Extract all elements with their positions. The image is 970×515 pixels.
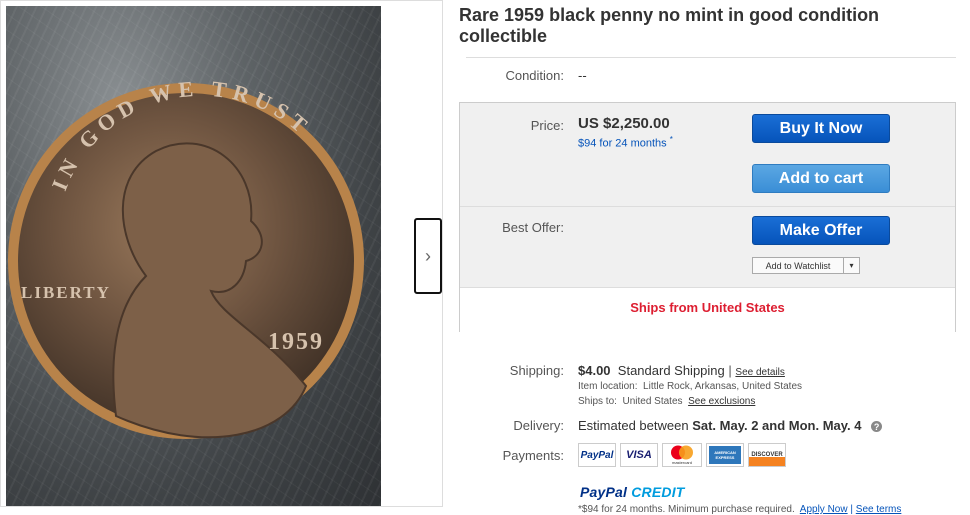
paypal-credit-note: *$94 for 24 months. Minimum purchase req… — [578, 504, 901, 515]
watchlist-dropdown-icon[interactable]: ▾ — [843, 258, 859, 273]
listing-title: Rare 1959 black penny no mint in good co… — [459, 5, 880, 46]
monthly-payment-mark: * — [669, 135, 673, 144]
paypal-credit-logo: PayPal CREDIT — [580, 484, 685, 500]
ships-to-value: United States — [622, 396, 683, 407]
ships-to-label: Ships to: — [578, 396, 617, 407]
buy-it-now-button[interactable]: Buy It Now — [752, 114, 890, 143]
monthly-payment-text[interactable]: $94 for 24 months — [578, 138, 667, 150]
title-divider — [466, 57, 956, 58]
coin-photo[interactable]: IN GOD WE TRUST LIBERTY 1959 — [6, 6, 381, 506]
box-divider — [460, 206, 955, 207]
coin-liberty: LIBERTY — [21, 283, 111, 302]
best-offer-label: Best Offer: — [502, 220, 564, 235]
monthly-payment[interactable]: $94 for 24 months * — [578, 135, 673, 150]
coin-year: 1959 — [268, 329, 324, 355]
see-details-link[interactable]: See details — [735, 367, 784, 378]
info-icon[interactable]: ? — [871, 421, 883, 433]
condition-value: -- — [578, 68, 587, 83]
mastercard-logo: mastercard — [662, 443, 702, 467]
delivery-dates: Sat. May. 2 and Mon. May. 4 — [692, 418, 862, 433]
payments-label: Payments: — [502, 448, 564, 463]
item-location: Item location: Little Rock, Arkansas, Un… — [578, 381, 802, 392]
add-to-cart-button[interactable]: Add to cart — [752, 164, 890, 193]
mastercard-circles-icon — [671, 445, 693, 460]
discover-logo: DISCOVER — [748, 443, 786, 467]
condition-label: Condition: — [505, 68, 564, 83]
coin-illustration: IN GOD WE TRUST LIBERTY 1959 — [8, 76, 364, 439]
visa-logo: VISA — [620, 443, 658, 467]
delivery-label: Delivery: — [513, 418, 564, 433]
ships-to: Ships to: United States See exclusions — [578, 396, 755, 407]
item-location-value: Little Rock, Arkansas, United States — [643, 381, 803, 392]
paypal-credit-note-text: *$94 for 24 months. Minimum purchase req… — [578, 504, 795, 515]
shipping-separator: | — [728, 363, 732, 378]
chevron-right-icon: › — [425, 245, 431, 266]
delivery-estimate: Estimated between Sat. May. 2 and Mon. M… — [578, 418, 883, 433]
image-gallery: IN GOD WE TRUST LIBERTY 1959 › — [0, 0, 443, 507]
price-value: US $2,250.00 — [578, 115, 670, 132]
shipping-summary: $4.00 Standard Shipping | See details — [578, 363, 785, 378]
shipping-label: Shipping: — [509, 363, 564, 378]
next-image-button[interactable]: › — [414, 218, 442, 294]
watchlist-label[interactable]: Add to Watchlist — [753, 261, 843, 271]
make-offer-button[interactable]: Make Offer — [752, 216, 890, 245]
apply-now-link[interactable]: Apply Now — [800, 504, 848, 515]
amex-logo: AMERICAN EXPRESS — [706, 443, 744, 467]
paypal-logo: PayPal — [578, 443, 616, 467]
add-to-watchlist-button[interactable]: Add to Watchlist ▾ — [752, 257, 860, 274]
shipping-cost: $4.00 — [578, 363, 611, 378]
ships-from-text: Ships from United States — [630, 300, 785, 315]
delivery-prefix: Estimated between — [578, 418, 689, 433]
note-separator: | — [850, 504, 853, 515]
shipping-method: Standard Shipping — [617, 363, 725, 378]
see-terms-link[interactable]: See terms — [856, 504, 902, 515]
price-label: Price: — [530, 118, 564, 133]
see-exclusions-link[interactable]: See exclusions — [688, 396, 755, 407]
item-location-label: Item location: — [578, 381, 638, 392]
